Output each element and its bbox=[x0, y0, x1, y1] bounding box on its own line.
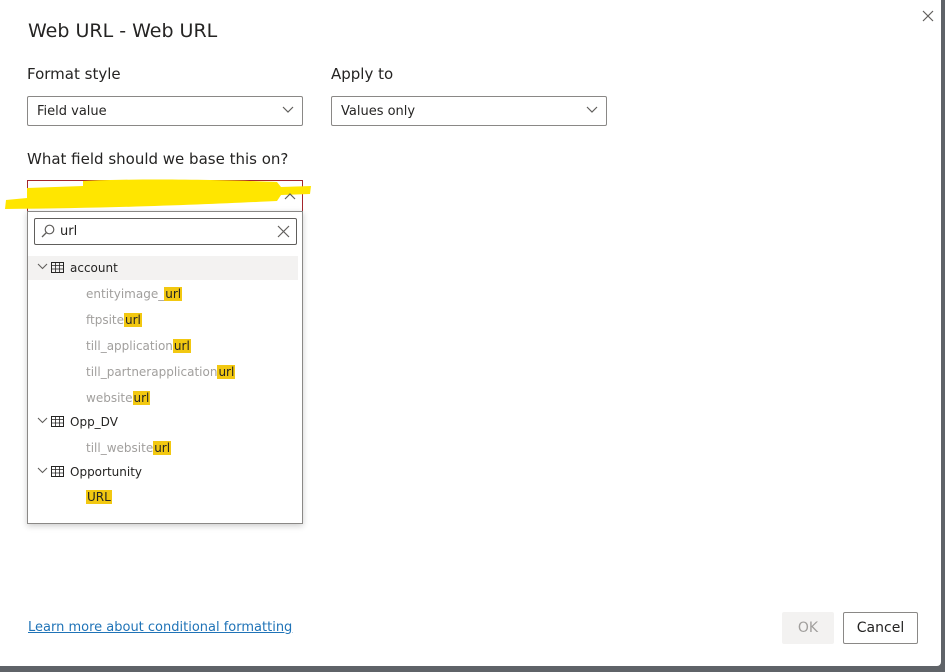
tree-item[interactable]: till_website url bbox=[86, 437, 172, 459]
match-highlight: url bbox=[153, 441, 172, 455]
dialog: Web URL - Web URL Format style Field val… bbox=[0, 0, 941, 666]
format-style-label: Format style bbox=[27, 65, 121, 83]
learn-more-link[interactable]: Learn more about conditional formatting bbox=[28, 620, 292, 635]
table-icon bbox=[51, 466, 64, 477]
match-highlight: url bbox=[217, 365, 236, 379]
chevron-down-icon bbox=[282, 106, 294, 113]
match-highlight: url bbox=[164, 287, 183, 301]
apply-to-dropdown[interactable]: Values only bbox=[331, 96, 607, 126]
tree-group-label: Opportunity bbox=[70, 465, 143, 479]
tree-item[interactable]: URL bbox=[86, 486, 112, 508]
chevron-down-icon bbox=[37, 467, 48, 474]
chevron-down-icon bbox=[37, 263, 48, 270]
cancel-button[interactable]: Cancel bbox=[843, 612, 918, 644]
tree-group-label: Opp_DV bbox=[70, 415, 118, 429]
close-button[interactable] bbox=[918, 6, 938, 26]
tree-group-label: account bbox=[70, 261, 118, 275]
chevron-up-icon bbox=[284, 193, 296, 200]
close-icon bbox=[922, 10, 934, 22]
tree-group-opportunity[interactable]: Opportunity bbox=[28, 460, 298, 484]
chevron-down-icon bbox=[37, 417, 48, 424]
tree-group-opp-dv[interactable]: Opp_DV bbox=[28, 410, 298, 434]
table-icon bbox=[51, 262, 64, 273]
apply-to-label: Apply to bbox=[331, 65, 394, 83]
field-dropdown-menu: account entityimage_url ftpsiteurl till_… bbox=[27, 211, 303, 524]
dialog-title: Web URL - Web URL bbox=[28, 20, 218, 42]
field-search-box[interactable] bbox=[34, 218, 297, 245]
tree-item[interactable]: website url bbox=[86, 387, 151, 409]
tree-group-account[interactable]: account bbox=[28, 256, 298, 280]
match-highlight: url bbox=[172, 339, 191, 353]
match-highlight: url bbox=[132, 391, 151, 405]
search-input[interactable] bbox=[60, 222, 270, 241]
tree-item[interactable]: till_application url bbox=[86, 335, 191, 357]
format-style-dropdown[interactable]: Field value bbox=[27, 96, 303, 126]
match-highlight: URL bbox=[86, 490, 112, 504]
chevron-down-icon bbox=[586, 106, 598, 113]
match-highlight: url bbox=[124, 313, 142, 327]
clear-search-icon[interactable] bbox=[277, 225, 290, 238]
search-icon bbox=[41, 224, 55, 238]
tree-item[interactable]: entityimage_ url bbox=[86, 283, 183, 305]
ok-button[interactable]: OK bbox=[782, 612, 834, 644]
tree-item[interactable]: ftpsite url bbox=[86, 309, 142, 331]
table-icon bbox=[51, 416, 64, 427]
tree-item[interactable]: till_partnerapplication url bbox=[86, 361, 236, 383]
apply-to-value: Values only bbox=[341, 103, 416, 119]
format-style-value: Field value bbox=[37, 103, 107, 119]
field-dropdown[interactable] bbox=[27, 180, 303, 212]
field-label: What field should we base this on? bbox=[27, 150, 289, 168]
